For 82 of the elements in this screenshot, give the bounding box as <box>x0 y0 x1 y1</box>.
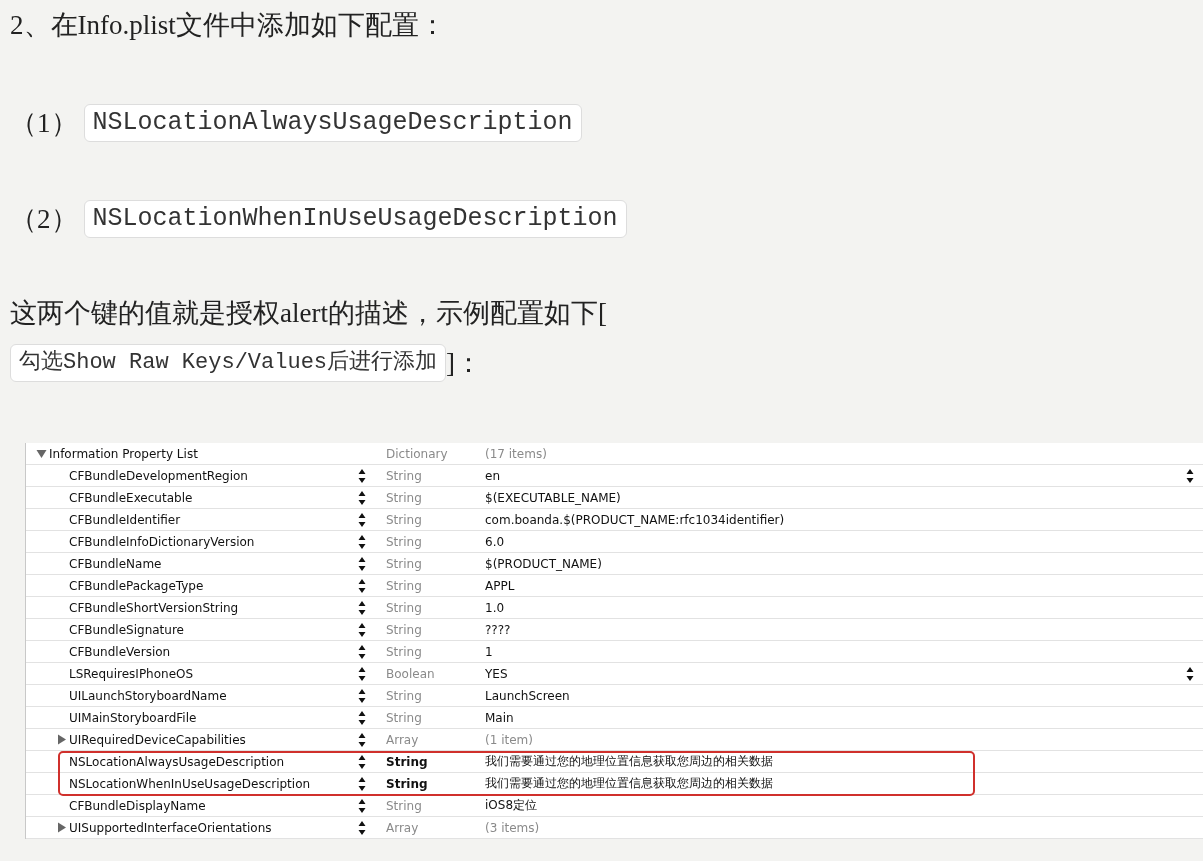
list-number: （2） <box>10 203 78 236</box>
up-down-arrows-icon <box>358 621 366 638</box>
value-text: $(PRODUCT_NAME) <box>485 556 603 571</box>
key-name: CFBundleDisplayName <box>69 798 206 813</box>
up-down-arrows-icon <box>358 731 366 748</box>
up-down-arrows-icon <box>358 819 366 836</box>
key-name: CFBundleSignature <box>69 622 184 637</box>
value-text: 1 <box>485 644 494 659</box>
value-text: 6.0 <box>485 534 506 549</box>
type-label: Boolean <box>385 666 436 681</box>
up-down-arrows-icon <box>358 643 366 660</box>
type-label: String <box>385 490 423 505</box>
type-label: Array <box>385 732 420 747</box>
section-heading: 2、在Info.plist文件中添加如下配置： <box>10 9 447 42</box>
value-text: LaunchScreen <box>485 688 571 703</box>
value-text: (17 items) <box>485 446 548 461</box>
value-text: 1.0 <box>485 600 506 615</box>
type-label: String <box>385 600 423 615</box>
key-name: UIMainStoryboardFile <box>69 710 197 725</box>
key-name: CFBundleShortVersionString <box>69 600 239 615</box>
key-name: NSLocationWhenInUseUsageDescription <box>69 776 311 791</box>
type-label: String <box>385 754 429 769</box>
up-down-arrows-icon <box>358 687 366 704</box>
type-label: String <box>385 578 423 593</box>
key-name: NSLocationAlwaysUsageDescription <box>69 754 285 769</box>
type-label: String <box>385 644 423 659</box>
key-name: CFBundleInfoDictionaryVersion <box>69 534 255 549</box>
up-down-arrows-icon <box>358 797 366 814</box>
key-name: Information Property List <box>49 446 198 461</box>
up-down-arrows-icon <box>358 709 366 726</box>
type-label: String <box>385 688 423 703</box>
value-text: 我们需要通过您的地理位置信息获取您周边的相关数据 <box>485 753 774 770</box>
inline-code: NSLocationWhenInUseUsageDescription <box>83 200 627 238</box>
key-name: UIRequiredDeviceCapabilities <box>69 732 246 747</box>
type-label: String <box>385 534 423 549</box>
value-text: (1 item) <box>485 732 534 747</box>
type-label: Dictionary <box>385 446 449 461</box>
value-text: (3 items) <box>485 820 541 835</box>
value-text: YES <box>485 666 509 681</box>
key-name: CFBundleExecutable <box>69 490 193 505</box>
value-text: ???? <box>485 622 512 637</box>
type-label: String <box>385 622 423 637</box>
paragraph-text: ]： <box>446 347 483 380</box>
up-down-arrows-icon <box>358 489 366 506</box>
value-text: en <box>485 468 501 483</box>
up-down-arrows-icon <box>358 775 366 792</box>
type-label: Array <box>385 820 420 835</box>
up-down-arrows-icon <box>358 599 366 616</box>
type-label: String <box>385 556 423 571</box>
up-down-arrows-icon <box>358 665 366 682</box>
key-name: CFBundleDevelopmentRegion <box>69 468 248 483</box>
disclosure-down-icon[interactable] <box>36 448 47 459</box>
key-name: UILaunchStoryboardName <box>69 688 227 703</box>
disclosure-right-icon[interactable] <box>56 822 67 833</box>
list-number: （1） <box>10 107 78 140</box>
up-down-arrows-icon <box>358 555 366 572</box>
inline-code: 勾选Show Raw Keys/Values后进行添加 <box>10 344 447 382</box>
key-name: CFBundleName <box>69 556 162 571</box>
disclosure-right-icon[interactable] <box>56 734 67 745</box>
paragraph-text: 这两个键的值就是授权alert的描述，示例配置如下[ <box>10 297 608 330</box>
key-name: UISupportedInterfaceOrientations <box>69 820 272 835</box>
up-down-arrows-icon <box>358 577 366 594</box>
key-name: LSRequiresIPhoneOS <box>69 666 194 681</box>
key-name: CFBundlePackageType <box>69 578 204 593</box>
type-label: String <box>385 468 423 483</box>
up-down-arrows-icon <box>358 511 366 528</box>
up-down-arrows-icon <box>358 467 366 484</box>
up-down-arrows-icon <box>358 533 366 550</box>
value-text: Main <box>485 710 515 725</box>
type-label: String <box>385 798 423 813</box>
value-text: com.boanda.$(PRODUCT_NAME:rfc1034identifier) <box>485 512 786 527</box>
type-label: String <box>385 512 423 527</box>
inline-code: NSLocationAlwaysUsageDescription <box>83 104 582 142</box>
type-label: String <box>385 710 423 725</box>
type-label: String <box>385 776 429 791</box>
key-name: CFBundleIdentifier <box>69 512 181 527</box>
value-text: APPL <box>485 578 516 593</box>
value-text: iOS8定位 <box>485 797 539 814</box>
value-text: 我们需要通过您的地理位置信息获取您周边的相关数据 <box>485 775 774 792</box>
up-down-arrows-icon <box>358 753 366 770</box>
value-text: $(EXECUTABLE_NAME) <box>485 490 622 505</box>
key-name: CFBundleVersion <box>69 644 171 659</box>
